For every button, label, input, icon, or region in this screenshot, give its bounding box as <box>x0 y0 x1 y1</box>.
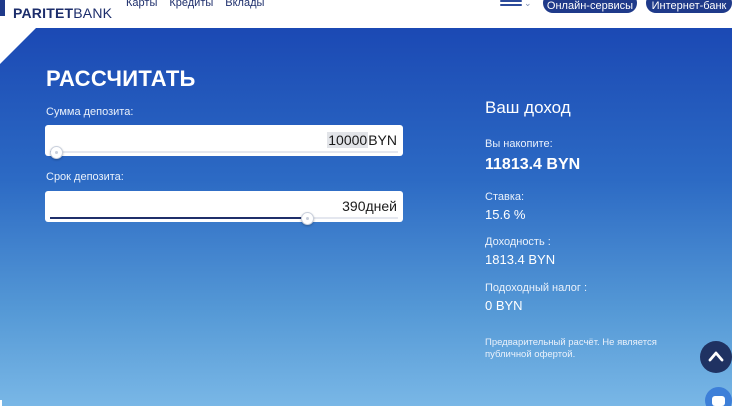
accumulated-value: 11813.4 BYN <box>485 156 581 173</box>
tax-value: 0 BYN <box>485 298 523 313</box>
main-nav: Карты Кредиты Вклады <box>126 0 264 9</box>
deposit-term-slider-fill <box>50 217 308 219</box>
edge-marker <box>0 400 2 406</box>
deposit-sum-number[interactable]: 10000 <box>327 132 369 148</box>
deposit-term-value[interactable]: 390дней <box>342 198 397 214</box>
tax-label: Подоходный налог : <box>485 282 588 294</box>
accumulated-label: Вы накопите: <box>485 138 553 150</box>
corner-decoration <box>0 28 36 64</box>
chat-icon <box>712 396 725 406</box>
deposit-sum-slider-handle[interactable] <box>50 145 64 159</box>
chevron-down-icon[interactable]: ⌄ <box>524 0 532 9</box>
nav-item-cards[interactable]: Карты <box>126 0 157 9</box>
deposit-sum-value[interactable]: 10000BYN <box>327 132 397 148</box>
deposit-calculator-section: РАССЧИТАТЬ Сумма депозита: 10000BYN Срок… <box>0 28 732 406</box>
logo-mark-icon <box>0 0 5 16</box>
scroll-to-top-button[interactable] <box>700 341 732 373</box>
deposit-sum-label: Сумма депозита: <box>46 106 134 118</box>
logo-text: PARITETBANK <box>13 5 113 21</box>
deposit-term-number[interactable]: 390 <box>342 198 365 214</box>
disclaimer-note: Предварительный расчёт. Не является публ… <box>485 337 657 360</box>
menu-icon[interactable] <box>500 0 522 10</box>
deposit-sum-unit: BYN <box>368 132 397 148</box>
site-header: PARITETBANK Карты Кредиты Вклады ⌄ Онлай… <box>0 0 732 28</box>
rate-value: 15.6 % <box>485 207 526 222</box>
nav-item-deposits[interactable]: Вклады <box>225 0 264 9</box>
income-label: Доходность : <box>485 236 551 248</box>
deposit-sum-field[interactable]: 10000BYN <box>45 125 403 159</box>
deposit-term-slider-track[interactable] <box>50 217 398 219</box>
deposit-term-field[interactable]: 390дней <box>45 191 403 225</box>
chevron-up-icon <box>708 351 724 362</box>
nav-item-credits[interactable]: Кредиты <box>169 0 213 9</box>
result-title: Ваш доход <box>485 98 571 117</box>
online-services-button[interactable]: Онлайн-сервисы <box>543 0 637 13</box>
rate-label: Ставка: <box>485 191 525 203</box>
deposit-term-label: Срок депозита: <box>46 171 124 183</box>
deposit-term-unit: дней <box>365 198 397 214</box>
deposit-sum-slider-track[interactable] <box>50 151 398 153</box>
income-value: 1813.4 BYN <box>485 252 556 267</box>
calculator-title: РАССЧИТАТЬ <box>46 66 196 91</box>
deposit-term-slider-handle[interactable] <box>301 211 315 225</box>
internet-bank-button[interactable]: Интернет-банк <box>646 0 732 13</box>
chat-button[interactable] <box>705 387 732 406</box>
